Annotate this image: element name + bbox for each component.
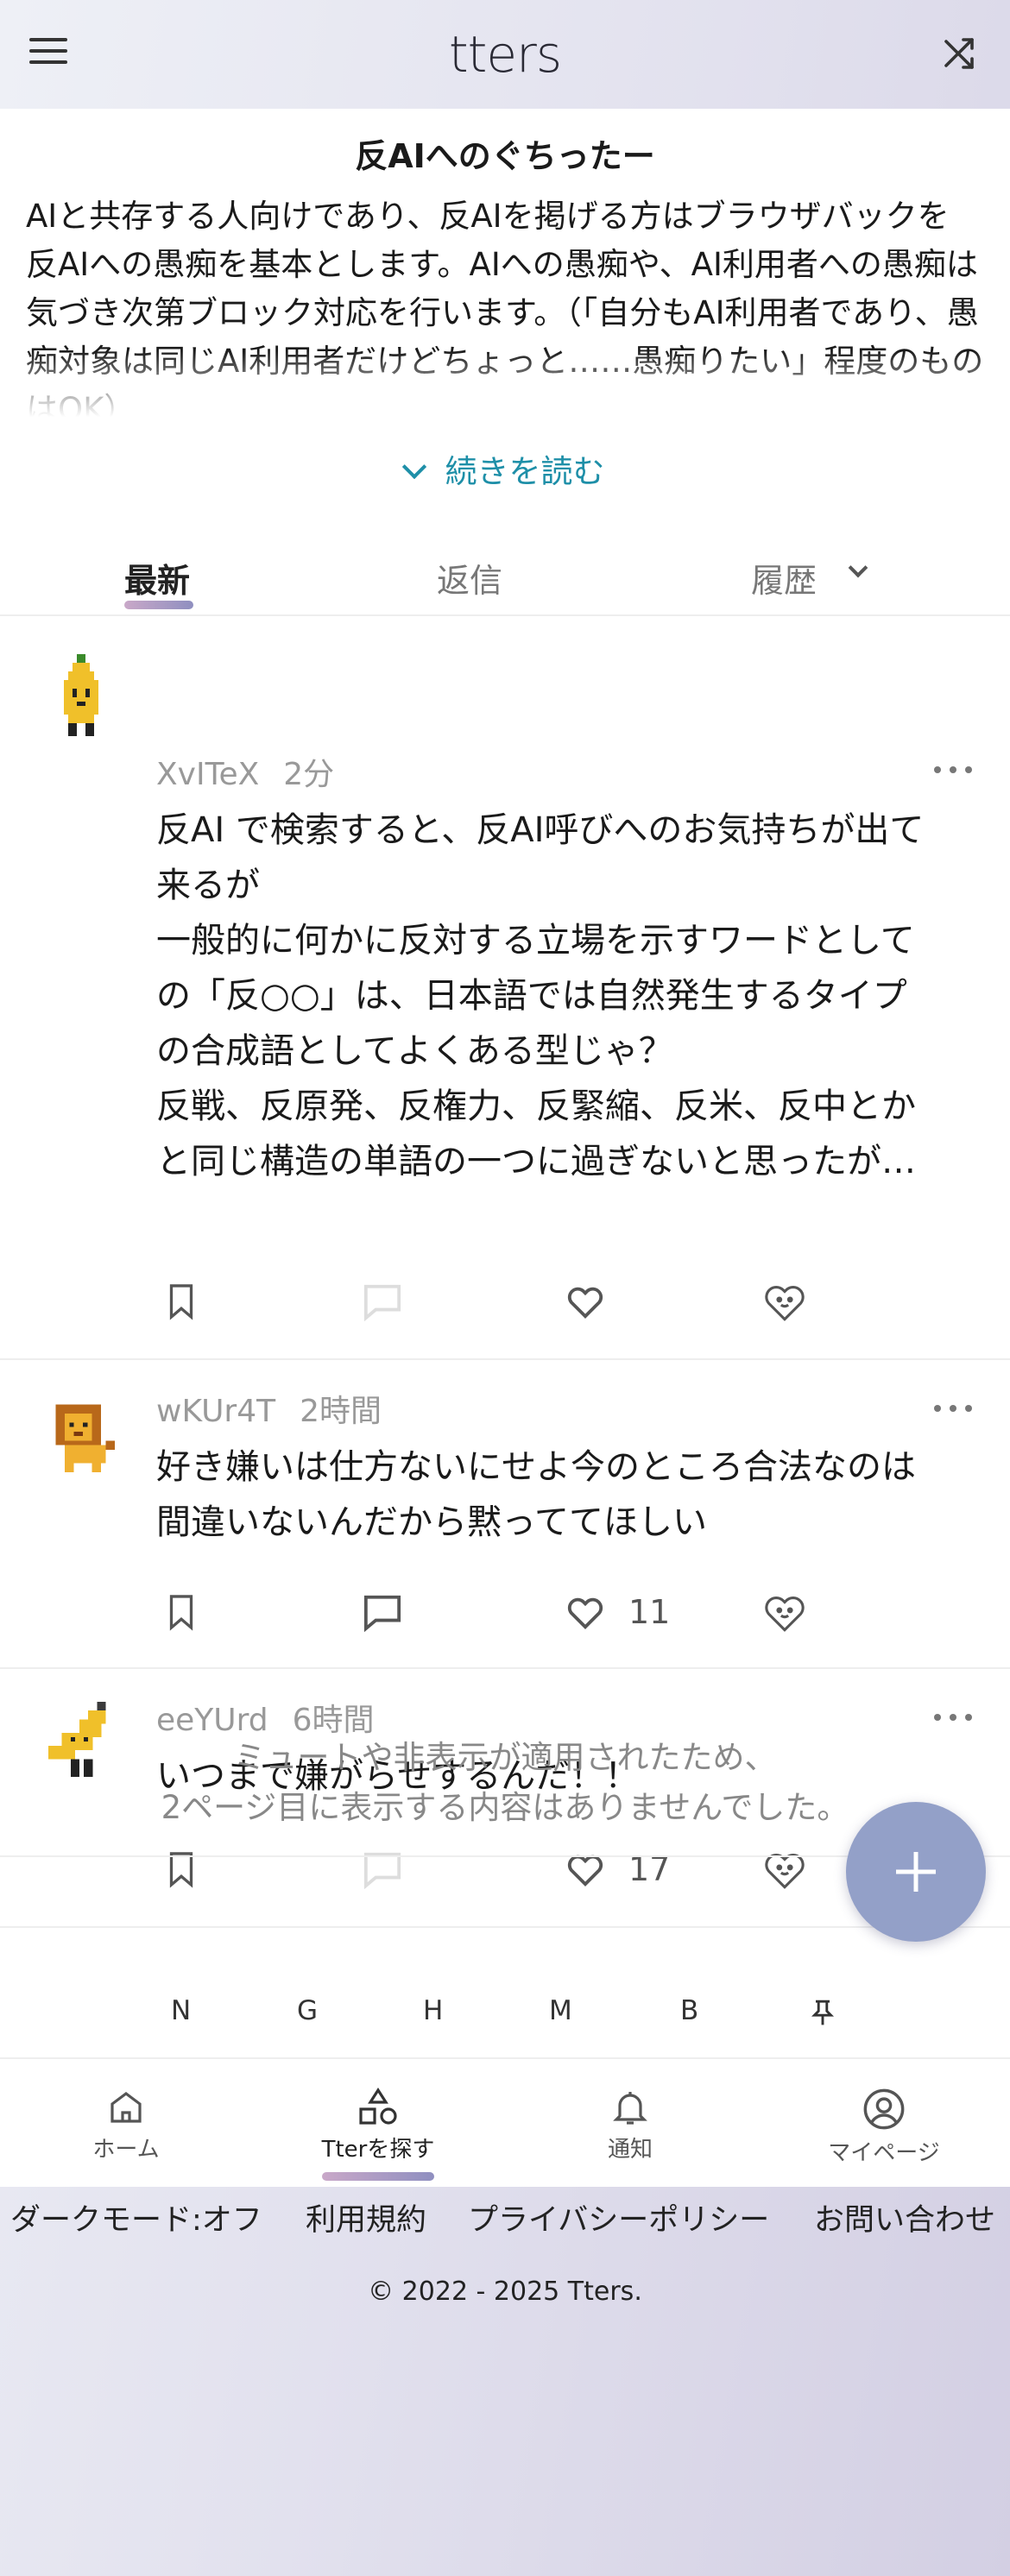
letter-g[interactable]: G: [297, 1995, 318, 2026]
read-more-label: 続きを読む: [445, 453, 605, 490]
nav-label: Tterを探す: [321, 2137, 435, 2163]
bottom-navigation: ホーム Tterを探す 通知 マイページ: [0, 2057, 1010, 2187]
post-text: 好き嫌いは仕方ないにせよ今のところ合法なのは間違いないんだから黙っててほしい: [156, 1447, 916, 1542]
tab-label: 返信: [437, 562, 503, 600]
reply-button[interactable]: [361, 1275, 404, 1327]
menu-icon[interactable]: [29, 38, 67, 69]
dark-mode-toggle[interactable]: ダークモード:オフ: [10, 2195, 262, 2239]
nav-label: 通知: [607, 2137, 653, 2163]
read-more-button[interactable]: 続きを読む: [0, 445, 1010, 492]
letter-nav: N G H M B: [0, 1969, 1010, 2056]
post-actions: 11: [0, 1586, 1010, 1638]
tab-latest[interactable]: 最新: [124, 530, 193, 616]
nav-notifications[interactable]: 通知: [544, 2087, 716, 2163]
pin-icon[interactable]: [811, 1999, 834, 2026]
reply-button[interactable]: [361, 1586, 404, 1638]
comment-icon: [363, 1284, 401, 1321]
new-post-button[interactable]: [846, 1802, 986, 1942]
post-meta: XvITeX 2分: [156, 749, 334, 794]
heart-icon: [567, 1597, 603, 1629]
post-actions: [0, 1275, 1010, 1327]
bell-icon: [613, 2092, 647, 2125]
comment-icon: [363, 1595, 401, 1632]
shuffle-icon[interactable]: [939, 33, 981, 74]
avatar[interactable]: [47, 1400, 119, 1472]
heart-icon: [567, 1287, 603, 1319]
post-time: 2時間: [300, 1394, 382, 1429]
footer-links: ダークモード:オフ 利用規約 プライバシーポリシー お問い合わせ: [0, 2195, 1010, 2239]
more-options-icon[interactable]: [934, 1405, 972, 1417]
post-item: XvITeX 2分 反AI で検索すると、反AI呼びへのお気持ちが出て来るが 一般…: [0, 616, 1010, 1360]
post-time: 2分: [283, 757, 335, 792]
heart-face-icon: [765, 1597, 805, 1632]
nav-mypage[interactable]: マイページ: [798, 2087, 970, 2167]
avatar[interactable]: [47, 654, 116, 740]
bookmark-button[interactable]: [164, 1275, 199, 1327]
letter-b[interactable]: B: [680, 1995, 698, 2026]
bookmark-icon: [169, 1595, 193, 1631]
nav-active-indicator: [322, 2172, 434, 2181]
privacy-link[interactable]: プライバシーポリシー: [468, 2195, 769, 2239]
contact-link[interactable]: お問い合わせ: [814, 2195, 995, 2239]
app-logo[interactable]: tters: [449, 25, 562, 84]
description-fade: [0, 350, 1010, 445]
letter-n[interactable]: N: [171, 1995, 191, 2026]
nav-home[interactable]: ホーム: [40, 2087, 212, 2163]
post-meta: wKUr4T 2時間: [156, 1386, 382, 1431]
letter-m[interactable]: M: [549, 1995, 572, 2026]
tab-label: 最新: [124, 562, 191, 600]
chevron-down-icon: [401, 454, 426, 480]
terms-link[interactable]: 利用規約: [306, 2195, 426, 2239]
post-item: wKUr4T 2時間 好き嫌いは仕方ないにせよ今のところ合法なのは間違いないんだか…: [0, 1360, 1010, 1669]
bookmark-button[interactable]: [164, 1586, 199, 1638]
nav-label: ホーム: [92, 2137, 160, 2163]
user-circle-icon: [863, 2088, 905, 2130]
board-title: 反AIへのぐちったー: [355, 137, 655, 175]
shapes-icon: [359, 2088, 397, 2125]
reaction-button[interactable]: [760, 1586, 810, 1638]
heart-face-icon: [765, 1286, 805, 1321]
like-button[interactable]: 11: [563, 1586, 670, 1638]
tab-bar: 最新 返信 履歴: [0, 530, 1010, 616]
tab-active-indicator: [124, 601, 193, 609]
post-username[interactable]: wKUr4T: [156, 1394, 275, 1429]
copyright: © 2022 - 2025 Tters.: [368, 2277, 642, 2307]
more-options-icon[interactable]: [934, 766, 972, 778]
post-text: 反AI で検索すると、反AI呼びへのお気持ちが出て来るが 一般的に何かに反対する…: [156, 810, 925, 1181]
reaction-button[interactable]: [760, 1275, 810, 1327]
bookmark-icon: [169, 1284, 193, 1320]
like-button[interactable]: [563, 1275, 608, 1327]
letter-h[interactable]: H: [423, 1995, 443, 2026]
home-icon: [110, 2092, 142, 2123]
chevron-down-icon: [848, 557, 868, 578]
nav-label: マイページ: [828, 2140, 940, 2166]
like-count: 11: [628, 1593, 671, 1631]
tab-history[interactable]: 履歴: [751, 530, 868, 616]
tab-replies[interactable]: 返信: [437, 530, 502, 616]
app-header: tters: [0, 0, 1010, 109]
nav-explore[interactable]: Tterを探す: [292, 2087, 464, 2181]
tab-label: 履歴: [751, 562, 817, 600]
post-username[interactable]: XvITeX: [156, 757, 259, 792]
